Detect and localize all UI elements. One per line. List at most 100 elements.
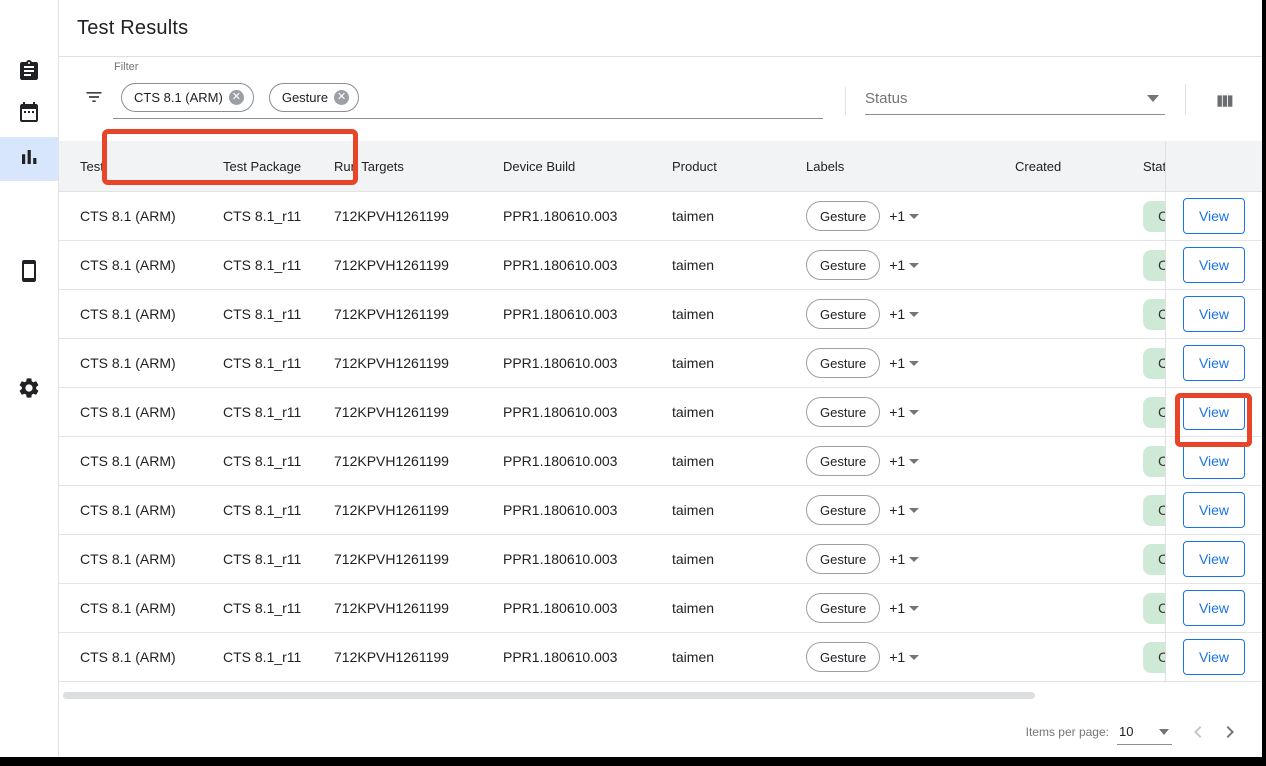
label-chip: Gesture [806,544,880,574]
cell-product: taimen [672,404,806,420]
filter-chip-label: Gesture [282,90,328,105]
label-chip: Gesture [806,642,880,672]
view-row: View [1166,241,1262,290]
cell-labels: Gesture +1 [806,348,1015,378]
cell-test: CTS 8.1 (ARM) [80,502,223,518]
more-labels-button[interactable]: +1 [889,649,919,665]
caret-down-icon [909,508,919,513]
view-button[interactable]: View [1183,394,1245,430]
table-row: CTS 8.1 (ARM)CTS 8.1_r11712KPVH1261199PP… [59,339,1165,388]
view-row: View [1166,437,1262,486]
filter-field-underline [113,118,823,119]
horizontal-scrollbar[interactable] [63,692,1035,699]
filter-field-label: Filter [114,61,138,73]
cell-device-build: PPR1.180610.003 [503,649,672,665]
cell-labels: Gesture+1 [806,446,1015,476]
cell-product: taimen [672,551,806,567]
sidebar-item-settings[interactable] [0,368,58,412]
more-labels-button[interactable]: +1 [889,355,919,371]
column-header-device-build: Device Build [503,159,672,174]
filter-chip[interactable]: CTS 8.1 (ARM) ✕ [121,83,254,112]
sidebar-item-test-suites[interactable] [0,51,58,95]
view-button[interactable]: View [1183,198,1245,234]
previous-page-button[interactable] [1186,720,1210,744]
view-button[interactable]: View [1183,590,1245,626]
cell-test-package: CTS 8.1_r11 [223,502,334,518]
more-labels-button[interactable]: +1 [889,551,919,567]
view-button[interactable]: View [1183,443,1245,479]
column-settings-button[interactable] [1211,88,1237,114]
filter-input[interactable]: CTS 8.1 (ARM) ✕ Gesture ✕ [121,83,359,112]
cell-device-build: PPR1.180610.003 [503,453,672,469]
view-row: View [1166,584,1262,633]
view-button[interactable]: View [1183,296,1245,332]
window-edge-right [1262,0,1266,766]
table-row: CTS 8.1 (ARM)CTS 8.1_r11712KPVH1261199PP… [59,241,1165,290]
toolbar-divider [1185,84,1186,115]
top-bar: Test Results [59,0,1262,57]
close-icon[interactable]: ✕ [334,90,349,105]
status-select[interactable]: Status [865,83,1165,114]
sidebar-item-test-plans[interactable] [0,92,58,136]
column-header-labels: Labels [806,159,1015,174]
view-row: View [1166,535,1262,584]
view-row: View [1166,633,1262,682]
view-button[interactable]: View [1183,247,1245,283]
status-chip: C [1143,495,1165,526]
cell-test-package: CTS 8.1_r11 [223,404,334,420]
cell-status: C [1143,397,1165,428]
cell-product: taimen [672,355,806,371]
caret-down-icon [909,263,919,268]
cell-product: taimen [672,208,806,224]
cell-run-targets: 712KPVH1261199 [334,208,503,224]
status-chip: C [1143,201,1165,232]
label-chip: Gesture [806,495,880,525]
label-chip: Gesture [806,348,880,378]
cell-status: C [1143,250,1165,281]
caret-down-icon [909,361,919,366]
status-chip: C [1143,397,1165,428]
status-chip: C [1143,593,1165,624]
cell-test: CTS 8.1 (ARM) [80,600,223,616]
filter-list-icon [84,87,104,107]
cell-status: C [1143,446,1165,477]
filter-chip[interactable]: Gesture ✕ [269,83,359,112]
next-page-button[interactable] [1218,720,1242,744]
more-labels-button[interactable]: +1 [889,600,919,616]
cell-test: CTS 8.1 (ARM) [80,208,223,224]
more-labels-button[interactable]: +1 [889,502,919,518]
close-icon[interactable]: ✕ [229,90,244,105]
cell-device-build: PPR1.180610.003 [503,551,672,567]
cell-status: C [1143,495,1165,526]
column-header-created: Created [1015,159,1143,174]
view-button[interactable]: View [1183,492,1245,528]
column-header-product: Product [672,159,806,174]
view-column-header [1166,141,1262,192]
cell-test: CTS 8.1 (ARM) [80,551,223,567]
cell-device-build: PPR1.180610.003 [503,257,672,273]
more-labels-button[interactable]: +1 [889,257,919,273]
column-header-test: Test [80,159,223,174]
cell-test-package: CTS 8.1_r11 [223,208,334,224]
cell-run-targets: 712KPVH1261199 [334,600,503,616]
cell-test: CTS 8.1 (ARM) [80,404,223,420]
view-button[interactable]: View [1183,541,1245,577]
more-labels-button[interactable]: +1 [889,306,919,322]
view-button[interactable]: View [1183,345,1245,381]
table-body: CTS 8.1 (ARM)CTS 8.1_r11712KPVH1261199PP… [59,192,1165,682]
view-button[interactable]: View [1183,639,1245,675]
view-column-body: View View View View View View View View View View [1166,192,1262,682]
sidebar-item-test-results[interactable] [0,137,58,181]
more-labels-button[interactable]: +1 [889,208,919,224]
cell-run-targets: 712KPVH1261199 [334,404,503,420]
more-labels-button[interactable]: +1 [889,404,919,420]
table-row: CTS 8.1 (ARM)CTS 8.1_r11712KPVH1261199PP… [59,633,1165,682]
label-chip: Gesture [806,593,880,623]
items-per-page-select[interactable]: 10 [1117,719,1172,745]
cell-device-build: PPR1.180610.003 [503,208,672,224]
cell-device-build: PPR1.180610.003 [503,404,672,420]
table-row: CTS 8.1 (ARM)CTS 8.1_r11712KPVH1261199PP… [59,290,1165,339]
more-labels-button[interactable]: +1 [889,453,919,469]
view-row: View [1166,486,1262,535]
sidebar-item-devices[interactable] [0,251,58,295]
